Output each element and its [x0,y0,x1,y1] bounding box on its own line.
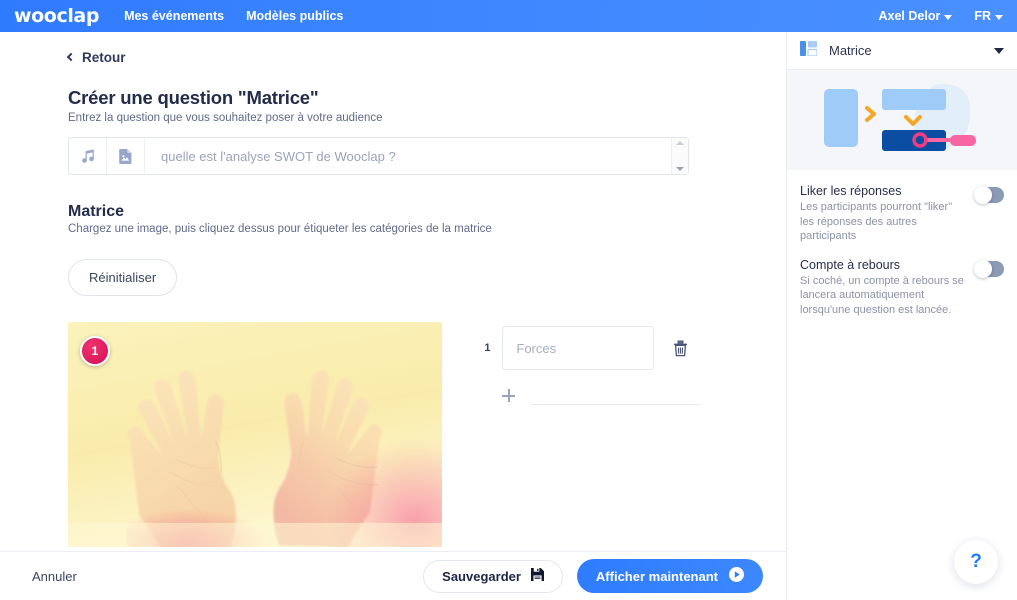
matrix-layout-icon [800,40,818,61]
matrix-image[interactable]: 1 [68,322,443,551]
matrix-label-input[interactable]: Forces [502,326,655,370]
chevron-left-icon [66,52,76,62]
nav-link-modeles-publics[interactable]: Modèles publics [246,9,343,23]
content-inner: Retour Créer une question "Matrice" Entr… [0,32,700,551]
user-menu-label: Axel Delor [878,9,941,23]
page-subtitle: Entrez la question que vous souhaitez po… [68,112,383,124]
option-countdown-title: Compte à rebours [800,257,901,272]
back-button-label: Retour [82,50,126,65]
chevron-down-icon [994,47,1004,54]
plus-icon [502,389,516,402]
image-file-icon[interactable] [107,138,145,174]
nav-right-group: Axel Delor FR [878,9,1003,23]
question-input-group: quelle est l'analyse SWOT de Wooclap ? [68,137,689,175]
trash-icon[interactable] [670,337,690,359]
top-navbar: wooclap Mes événements Modèles publics A… [0,0,1017,32]
nav-links: Mes événements Modèles publics [124,9,343,23]
right-sidebar: Matrice Liker les réponses Les participa… [786,32,1017,600]
page-title: Créer une question "Matrice" [68,87,319,108]
main-content: Retour Créer une question "Matrice" Entr… [0,32,786,551]
sidebar-question-type-label: Matrice [829,43,872,58]
music-note-icon[interactable] [69,138,107,174]
user-menu[interactable]: Axel Delor [878,9,953,23]
matrix-labels-list: 1 Forces [484,322,700,551]
sidebar-question-type-selector[interactable]: Matrice [787,32,1017,70]
play-circle-icon [729,567,744,585]
floppy-disk-icon [530,568,544,584]
cancel-button[interactable]: Annuler [32,569,77,584]
option-like-answers-text: Liker les réponses Les participants pour… [800,184,975,244]
wooclap-logo[interactable]: wooclap [14,5,99,27]
matrix-preview-illustration [824,84,976,151]
matrix-section-subtitle: Chargez une image, puis cliquez dessus p… [68,223,492,235]
sidebar-preview [787,70,1017,170]
language-menu-label: FR [974,9,991,23]
add-label-button[interactable] [502,386,700,405]
bottom-bar-actions: Sauvegarder Afficher maintenant [423,559,763,593]
sidebar-options: Liker les réponses Les participants pour… [787,170,1017,317]
option-like-answers: Liker les réponses Les participants pour… [800,184,1004,244]
option-countdown-text: Compte à rebours Si coché, un compte à r… [800,258,975,318]
language-menu[interactable]: FR [974,9,1003,23]
option-countdown: Compte à rebours Si coché, un compte à r… [800,258,1004,318]
question-input-scroll-spinner[interactable] [671,138,688,174]
app-root: wooclap Mes événements Modèles publics A… [0,0,1017,600]
save-button-label: Sauvegarder [442,568,521,584]
matrix-marker-1[interactable]: 1 [80,336,110,366]
show-now-button-label: Afficher maintenant [595,568,718,584]
bottom-action-bar: Annuler Sauvegarder Afficher maintenant [0,551,786,600]
option-like-answers-desc: Les participants pourront "liker" les ré… [800,201,953,243]
option-like-answers-toggle[interactable] [974,186,1004,204]
matrix-label-row: 1 Forces [484,326,700,370]
back-button[interactable]: Retour [66,50,700,65]
matrix-section-title: Matrice [68,203,125,220]
question-input[interactable]: quelle est l'analyse SWOT de Wooclap ? [145,138,671,174]
hands-photo [68,322,443,548]
chevron-up-icon [676,141,684,145]
option-countdown-desc: Si coché, un compte à rebours se lancera… [800,274,964,316]
option-countdown-toggle[interactable] [974,259,1004,278]
show-now-button[interactable]: Afficher maintenant [576,559,763,593]
add-label-underline [531,404,700,405]
toggle-knob [974,259,992,278]
toggle-knob [974,186,992,204]
chevron-down-icon [944,14,953,20]
matrix-editor-row: 1 1 Forces [68,322,700,551]
chevron-down-icon [995,14,1003,20]
save-button[interactable]: Sauvegarder [423,559,563,593]
chevron-down-icon [676,167,684,171]
matrix-label-number: 1 [484,342,491,354]
reset-button[interactable]: Réinitialiser [68,259,178,296]
option-like-answers-title: Liker les réponses [800,184,902,198]
help-button[interactable]: ? [954,540,998,584]
nav-link-mes-evenements[interactable]: Mes événements [124,9,224,23]
